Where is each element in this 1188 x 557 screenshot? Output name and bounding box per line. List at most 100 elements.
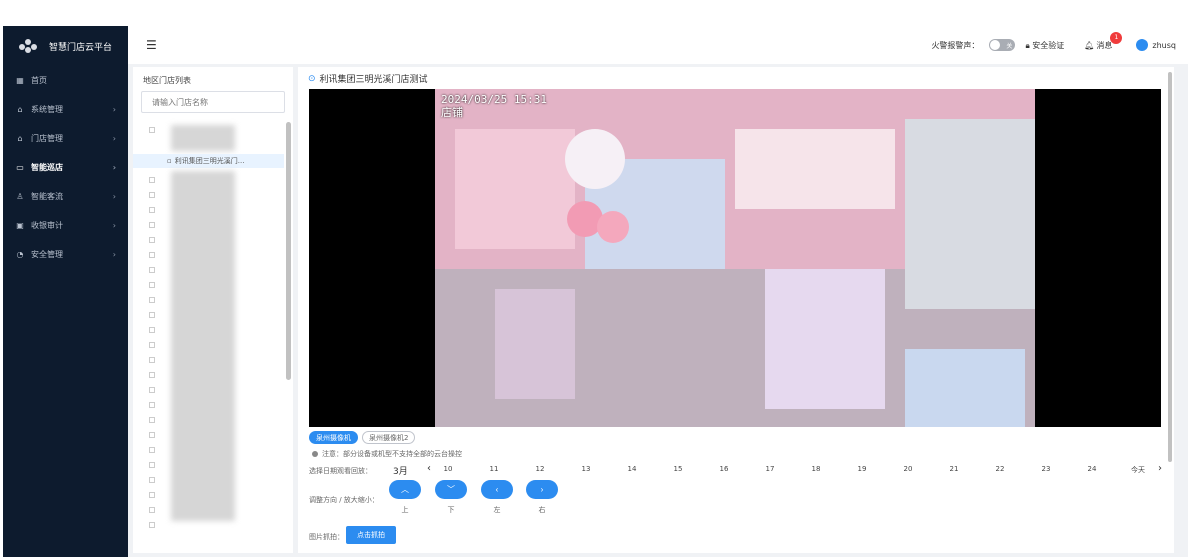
month-label: 3月 bbox=[393, 467, 408, 477]
chevron-right-icon: › bbox=[112, 250, 116, 259]
snapshot-label: 图片抓拍： bbox=[309, 533, 344, 541]
fire-alarm-toggle[interactable]: 关 bbox=[989, 39, 1016, 51]
sidebar-item-4[interactable]: ♙ 智能客流 › bbox=[3, 182, 128, 211]
tree-node[interactable] bbox=[149, 123, 155, 137]
video-panel: ⊙ 利讯集团三明光溪门店测试 2024/03/25 15:31 店铺 泉州摄像机… bbox=[298, 67, 1174, 553]
expand-icon bbox=[149, 237, 155, 243]
page-scrollbar[interactable] bbox=[1168, 72, 1172, 462]
expand-icon bbox=[149, 387, 155, 393]
brand-logo-icon bbox=[17, 39, 43, 53]
day-13[interactable]: 13 bbox=[579, 465, 593, 473]
tree-node[interactable] bbox=[149, 218, 155, 232]
scene-display bbox=[495, 289, 575, 399]
tree-node[interactable] bbox=[149, 488, 155, 502]
date-next-icon[interactable]: › bbox=[1158, 463, 1162, 474]
day-21[interactable]: 21 bbox=[947, 465, 961, 473]
tree-node[interactable] bbox=[149, 353, 155, 367]
chevron-right-icon: › bbox=[112, 134, 116, 143]
day-15[interactable]: 15 bbox=[671, 465, 685, 473]
tree-node[interactable] bbox=[149, 443, 155, 457]
day-14[interactable]: 14 bbox=[625, 465, 639, 473]
expand-icon bbox=[149, 312, 155, 318]
sidebar-item-5[interactable]: ▣ 收银审计 › bbox=[3, 211, 128, 240]
tree-node[interactable] bbox=[149, 233, 155, 247]
tree-node[interactable] bbox=[149, 413, 155, 427]
chevron-right-icon: › bbox=[112, 221, 116, 230]
snapshot-button[interactable]: 点击抓拍 bbox=[346, 526, 396, 544]
video-player[interactable]: 2024/03/25 15:31 店铺 bbox=[309, 89, 1161, 427]
store-icon: ⌂ bbox=[17, 134, 23, 143]
sidebar-item-0[interactable]: ▦ 首页 bbox=[3, 66, 128, 95]
ptz-chevron-right-button[interactable]: › bbox=[526, 480, 558, 499]
selected-store-label: 利讯集团三明光溪门... bbox=[174, 157, 245, 165]
day-today[interactable]: 今天 bbox=[1131, 465, 1145, 475]
video-osd: 2024/03/25 15:31 店铺 bbox=[315, 93, 547, 119]
day-10[interactable]: 10 bbox=[441, 465, 455, 473]
tree-node[interactable] bbox=[149, 308, 155, 322]
camera-tabs: 泉州摄像机 泉州摄像机2 bbox=[309, 431, 416, 444]
security-verify[interactable]: 🔒︎ 安全验证 bbox=[1025, 40, 1064, 51]
tree-scrollbar[interactable] bbox=[286, 122, 291, 380]
day-20[interactable]: 20 bbox=[901, 465, 915, 473]
scene-mall bbox=[905, 119, 1035, 309]
tree-node[interactable] bbox=[149, 323, 155, 337]
notice-text: 注意：部分设备或机型不支持全部的云台操控 bbox=[322, 450, 462, 458]
day-24[interactable]: 24 bbox=[1085, 465, 1099, 473]
day-12[interactable]: 12 bbox=[533, 465, 547, 473]
day-16[interactable]: 16 bbox=[717, 465, 731, 473]
sidebar-item-2[interactable]: ⌂ 门店管理 › bbox=[3, 124, 128, 153]
sidebar-item-1[interactable]: ⌂ 系统管理 › bbox=[3, 95, 128, 124]
tree-node[interactable] bbox=[149, 383, 155, 397]
menu-fold-icon[interactable]: ☰ bbox=[146, 38, 157, 52]
day-18[interactable]: 18 bbox=[809, 465, 823, 473]
ptz-chevron-down-button[interactable]: ﹀ bbox=[435, 480, 467, 499]
tree-node[interactable] bbox=[149, 203, 155, 217]
tree-node[interactable] bbox=[149, 338, 155, 352]
store-search-input[interactable] bbox=[141, 91, 285, 113]
day-19[interactable]: 19 bbox=[855, 465, 869, 473]
chevron-down-icon: ﹀ bbox=[447, 485, 455, 494]
date-label: 选择日期观看回放： bbox=[309, 467, 372, 475]
store-tree-panel: 地区门店列表 ▫ 利讯集团三明光溪门... bbox=[133, 67, 293, 553]
sidebar-item-3[interactable]: ▭ 智能巡店 › bbox=[3, 153, 128, 182]
messages[interactable]: 🔔︎ 消息 1 bbox=[1084, 31, 1123, 51]
expand-icon bbox=[149, 357, 155, 363]
ptz-chevron-left-button[interactable]: ‹ bbox=[481, 480, 513, 499]
sidebar-item-6[interactable]: ◔ 安全管理 › bbox=[3, 240, 128, 269]
tree-node[interactable] bbox=[149, 518, 155, 532]
tree-node[interactable] bbox=[149, 173, 155, 187]
people-icon: ♙ bbox=[16, 192, 24, 201]
expand-icon bbox=[149, 222, 155, 228]
day-23[interactable]: 23 bbox=[1039, 465, 1053, 473]
expand-icon bbox=[149, 267, 155, 273]
tree-node[interactable] bbox=[149, 368, 155, 382]
tree-node[interactable] bbox=[149, 263, 155, 277]
tree-node-selected[interactable]: ▫ 利讯集团三明光溪门... bbox=[133, 154, 284, 168]
tree-node[interactable] bbox=[149, 278, 155, 292]
tree-node[interactable] bbox=[149, 293, 155, 307]
tree-node[interactable] bbox=[149, 248, 155, 262]
tree-node[interactable] bbox=[149, 503, 155, 517]
date-prev-icon[interactable]: ‹ bbox=[427, 463, 431, 474]
tree-node[interactable] bbox=[149, 398, 155, 412]
tree-node[interactable] bbox=[149, 458, 155, 472]
sidebar-item-label: 收银审计 bbox=[31, 221, 63, 230]
expand-icon bbox=[149, 342, 155, 348]
camera-tab-1[interactable]: 泉州摄像机2 bbox=[362, 431, 416, 444]
camera-tab-0[interactable]: 泉州摄像机 bbox=[309, 431, 358, 444]
audit-icon: ▣ bbox=[16, 221, 24, 230]
expand-icon bbox=[149, 282, 155, 288]
tree-node[interactable] bbox=[149, 473, 155, 487]
tree-node[interactable] bbox=[149, 188, 155, 202]
user-menu[interactable]: zhusq bbox=[1136, 39, 1176, 51]
osd-name: 店铺 bbox=[441, 106, 463, 119]
expand-icon bbox=[149, 432, 155, 438]
ptz-chevron-up-button[interactable]: ︿ bbox=[389, 480, 421, 499]
day-22[interactable]: 22 bbox=[993, 465, 1007, 473]
osd-time: 2024/03/25 15:31 bbox=[441, 93, 547, 106]
day-11[interactable]: 11 bbox=[487, 465, 501, 473]
playback-date-row: 选择日期观看回放： 3月 ‹ 今天 › 10 11 12 13 14 15 16 17 18 19… bbox=[309, 463, 1169, 478]
day-17[interactable]: 17 bbox=[763, 465, 777, 473]
tree-node[interactable] bbox=[149, 428, 155, 442]
store-scene-image bbox=[435, 89, 1035, 427]
